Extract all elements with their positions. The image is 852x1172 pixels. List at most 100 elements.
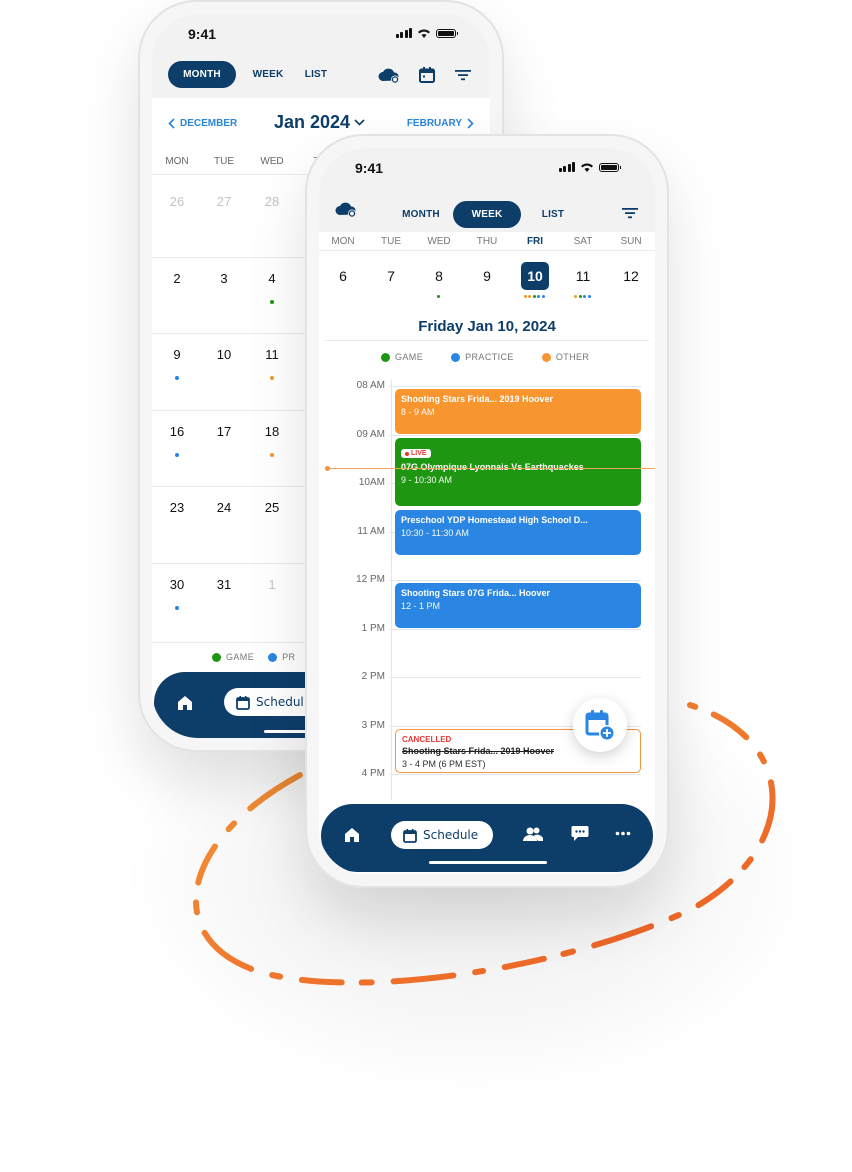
view-toolbar: MONTH WEEK LIST (319, 188, 655, 232)
event-title: Preschool YDP Homestead High School D... (401, 515, 588, 526)
prev-month-label: DECEMBER (180, 118, 238, 129)
cloud-sync-icon[interactable] (378, 64, 400, 86)
game-dot (381, 352, 390, 362)
event-card[interactable]: Shooting Stars Frida... 2019 Hoover 8 - 9… (395, 389, 641, 434)
calendar-day[interactable]: 4 (252, 271, 292, 286)
event-dot-other (270, 452, 274, 457)
filter-icon[interactable] (619, 202, 641, 224)
legend-label: OTHER (555, 352, 590, 362)
week-day[interactable]: 7 (377, 262, 405, 290)
hour-label: 10AM (358, 477, 385, 488)
weekday-header: SUN (620, 236, 642, 247)
calendar-day[interactable]: 2 (157, 271, 197, 286)
chevron-left-icon (168, 118, 175, 129)
hour-label: 3 PM (361, 719, 385, 731)
game-dot (212, 652, 221, 662)
live-badge: LIVE (401, 449, 431, 458)
hour-label: 09 AM (356, 428, 385, 440)
legend-practice: PR (268, 652, 295, 662)
week-day[interactable]: 12 (617, 262, 645, 290)
team-icon[interactable] (523, 826, 543, 842)
calendar-day[interactable]: 10 (204, 347, 244, 362)
week-day[interactable]: 11 (569, 262, 597, 290)
hour-gridline (389, 628, 641, 630)
calendar-day[interactable]: 1 (252, 577, 292, 592)
day-title: Friday Jan 10, 2024 (418, 318, 556, 335)
status-time: 9:41 (355, 160, 384, 176)
event-card[interactable]: Preschool YDP Homestead High School D...… (395, 510, 641, 555)
event-dot-practice (537, 295, 541, 298)
event-dot-game (270, 299, 274, 304)
legend-practice: PRACTICE (451, 352, 514, 362)
event-dots (574, 295, 591, 298)
hour-gridline (389, 774, 641, 775)
week-day[interactable]: 8 (425, 262, 453, 290)
calendar-day[interactable]: 27 (204, 194, 244, 209)
tab-week[interactable]: WEEK (453, 201, 521, 228)
wifi-icon (581, 163, 593, 172)
add-event-button[interactable] (573, 698, 627, 752)
hour-label: 12 PM (356, 574, 385, 585)
calendar-day[interactable]: 11 (252, 347, 292, 362)
nav-schedule[interactable]: Schedule (391, 821, 493, 849)
event-card[interactable]: Shooting Stars 07G Frida... Hoover 12 - 1… (395, 583, 641, 628)
current-time-dot (325, 466, 330, 472)
tab-month[interactable]: MONTH (168, 61, 236, 88)
tab-week[interactable]: WEEK (246, 61, 290, 88)
legend-label: GAME (226, 652, 255, 662)
calendar-day[interactable]: 26 (157, 194, 197, 209)
calendar-day[interactable]: 23 (157, 500, 197, 515)
calendar-day[interactable]: 16 (157, 424, 197, 439)
calendar-day[interactable]: 24 (204, 500, 244, 515)
battery-icon (599, 162, 621, 172)
calendar-day[interactable]: 28 (252, 194, 292, 209)
tab-list[interactable]: LIST (533, 201, 573, 228)
filter-icon[interactable] (452, 64, 474, 86)
weekday-header: TUE (381, 236, 401, 247)
calendar-day[interactable]: 31 (204, 577, 244, 592)
current-time-line (325, 468, 655, 470)
selected-day[interactable]: 10 (521, 262, 549, 290)
calendar-day[interactable]: 17 (204, 424, 244, 439)
status-time: 9:41 (188, 26, 217, 42)
legend-game: GAME (212, 652, 254, 662)
chat-icon[interactable] (571, 825, 589, 842)
event-title: Shooting Stars Frida... 2019 Hoover (401, 394, 554, 404)
calendar-icon[interactable] (416, 64, 438, 86)
more-icon[interactable] (615, 831, 631, 836)
hour-gridline (389, 386, 641, 387)
calendar-day[interactable]: 25 (252, 500, 292, 515)
hour-gridline (389, 580, 641, 581)
tab-month[interactable]: MONTH (393, 201, 449, 228)
cloud-sync-icon[interactable] (335, 198, 357, 220)
hour-label: 1 PM (361, 622, 385, 634)
week-day[interactable]: 9 (473, 262, 501, 290)
event-title: 07G Olympique Lyonnais Vs Earthquackes (401, 462, 584, 472)
event-dot-game (532, 295, 536, 298)
calendar-day[interactable]: 3 (204, 271, 244, 286)
month-title[interactable]: Jan 2024 (274, 112, 365, 133)
event-card[interactable]: LIVE 07G Olympique Lyonnais Vs Earthquack… (395, 437, 641, 507)
home-icon[interactable] (343, 826, 361, 844)
tab-list[interactable]: LIST (298, 61, 334, 88)
event-dot-game (578, 295, 582, 298)
legend-label: PRACTICE (465, 352, 514, 362)
hour-label: 2 PM (361, 671, 385, 682)
calendar-day[interactable]: 30 (157, 577, 197, 592)
event-time: 3 - 4 PM (6 PM EST) (402, 758, 486, 769)
home-icon[interactable] (176, 694, 194, 712)
wifi-icon (418, 29, 430, 38)
week-day[interactable]: 6 (329, 262, 357, 290)
event-dots (436, 295, 440, 298)
prev-month-button[interactable]: DECEMBER (168, 118, 237, 129)
calendar-day[interactable]: 9 (157, 347, 197, 362)
legend: GAME PRACTICE OTHER (381, 352, 589, 362)
hour-gridline (389, 434, 641, 436)
event-time: 9 - 10:30 AM (401, 475, 453, 485)
front-phone: 9:41 MONTH WEEK LIST MON 6 TUE 7 WED 8 THU 9 FRI… (305, 134, 669, 888)
next-month-button[interactable]: FEBRUARY (407, 118, 474, 129)
home-indicator (429, 861, 547, 864)
weekday-header: MON (165, 156, 189, 167)
weekday-header: SAT (573, 236, 593, 247)
calendar-day[interactable]: 18 (252, 424, 292, 439)
